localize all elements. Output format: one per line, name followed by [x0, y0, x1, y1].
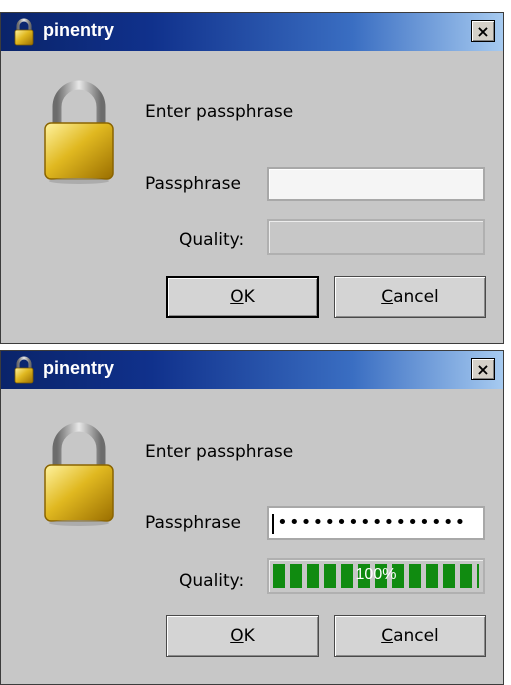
passphrase-input[interactable]: ••••••••••••••••: [267, 506, 485, 540]
close-icon: ×: [476, 21, 490, 41]
pinentry-dialog-filled: pinentry × Enter passphrase Passphrase •…: [0, 350, 504, 685]
cancel-button[interactable]: Cancel: [334, 615, 486, 657]
title-bar: pinentry ×: [1, 351, 503, 389]
text-caret: [272, 514, 274, 534]
ok-accelerator: O: [230, 287, 244, 307]
passphrase-label: Passphrase: [145, 174, 241, 194]
ok-label: K: [243, 287, 255, 307]
prompt-text: Enter passphrase: [145, 102, 294, 122]
ok-accelerator: O: [230, 626, 244, 646]
quality-label: Quality:: [179, 571, 245, 591]
window-title: pinentry: [43, 20, 115, 40]
window-title: pinentry: [43, 358, 115, 378]
quality-bar: 100%: [267, 558, 485, 594]
padlock-icon: [14, 18, 34, 46]
cancel-button[interactable]: Cancel: [334, 276, 486, 318]
padlock-icon: [14, 356, 34, 384]
pinentry-dialog-empty: pinentry × Enter passphrase Passphrase Q…: [0, 12, 504, 344]
passphrase-value: ••••••••••••••••: [277, 512, 467, 533]
cancel-label: ancel: [393, 626, 439, 646]
ok-button[interactable]: OK: [166, 615, 319, 657]
passphrase-label: Passphrase: [145, 513, 241, 533]
quality-percent: 100%: [355, 566, 397, 583]
quality-label: Quality:: [179, 230, 245, 250]
prompt-text: Enter passphrase: [145, 442, 294, 462]
padlock-icon: [44, 80, 114, 184]
padlock-icon: [44, 422, 114, 526]
cancel-label: ancel: [393, 287, 439, 307]
passphrase-input[interactable]: [267, 167, 485, 201]
close-button[interactable]: ×: [471, 358, 495, 380]
close-icon: ×: [476, 359, 490, 379]
close-button[interactable]: ×: [471, 20, 495, 42]
ok-button[interactable]: OK: [166, 276, 319, 318]
quality-bar: [267, 219, 485, 255]
cancel-accelerator: C: [381, 287, 394, 307]
cancel-accelerator: C: [381, 626, 394, 646]
ok-label: K: [243, 626, 255, 646]
title-bar: pinentry ×: [1, 13, 503, 51]
